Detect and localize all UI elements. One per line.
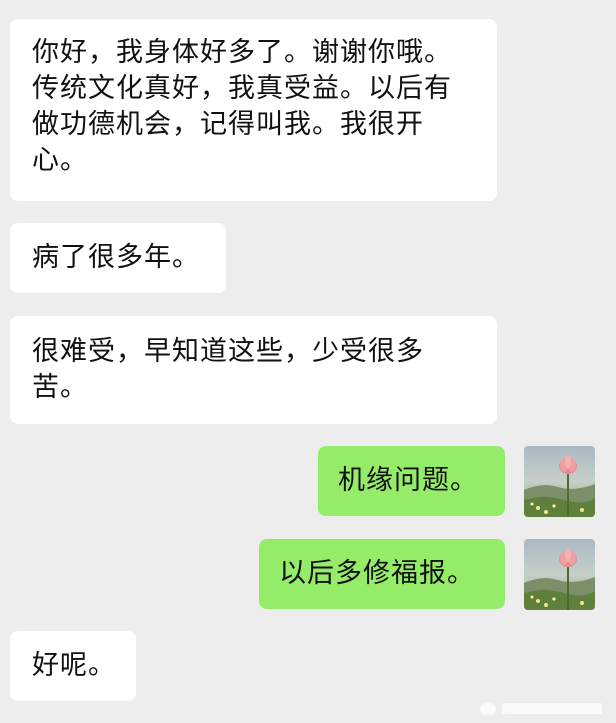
outgoing-message-bubble[interactable]: 以后多修福报。 <box>259 539 505 609</box>
outgoing-message-bubble[interactable]: 机缘问题。 <box>318 446 505 516</box>
incoming-message-bubble[interactable]: 好呢。 <box>10 631 136 701</box>
user-avatar[interactable] <box>524 539 595 610</box>
lotus-flower-avatar-icon <box>524 446 595 517</box>
chat-conversation: 你好，我身体好多了。谢谢你哦。传统文化真好，我真受益。以后有做功德机会，记得叫我… <box>0 0 616 723</box>
incoming-message-bubble[interactable]: 你好，我身体好多了。谢谢你哦。传统文化真好，我真受益。以后有做功德机会，记得叫我… <box>10 19 497 201</box>
incoming-message-bubble[interactable]: 病了很多年。 <box>10 223 226 293</box>
lotus-flower-avatar-icon <box>524 539 595 610</box>
incoming-message-bubble[interactable]: 很难受，早知道这些，少受很多苦。 <box>10 316 497 424</box>
user-avatar[interactable] <box>524 446 595 517</box>
watermark-logo <box>480 703 602 715</box>
